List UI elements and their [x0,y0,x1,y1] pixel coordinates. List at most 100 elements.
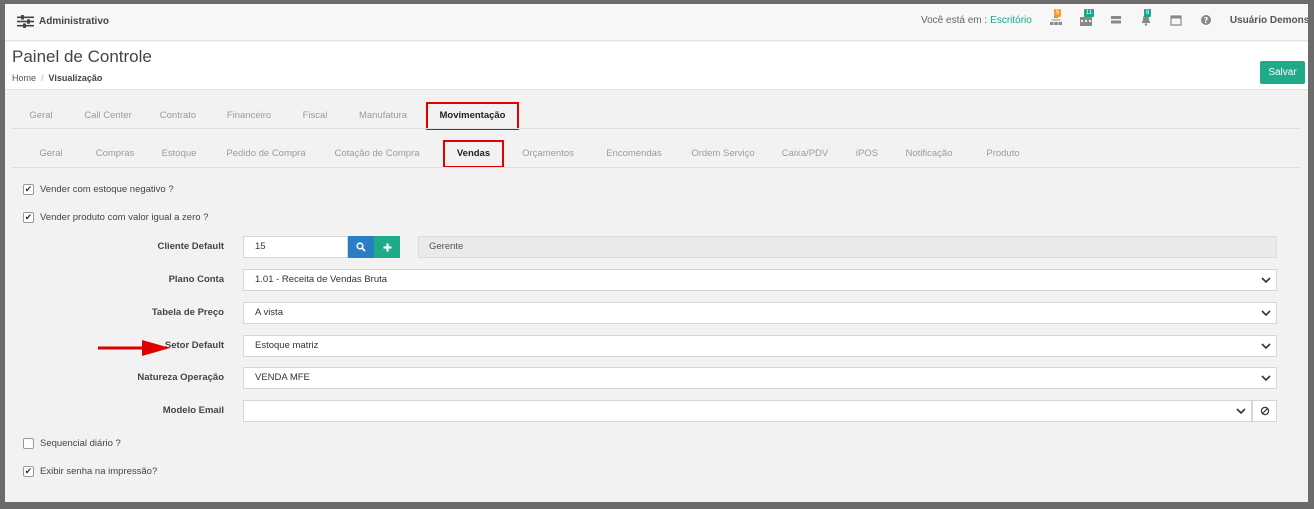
calendar-icon[interactable] [1170,14,1182,26]
check-valor-zero[interactable]: ✔ Vender produto com valor igual a zero … [23,212,208,223]
user-menu[interactable]: Usuário Demonstração [1230,15,1308,26]
breadcrumb: Home / Visualização [12,73,102,83]
tasks-badge: 11 [1083,9,1095,17]
breadcrumb-home[interactable]: Home [12,73,36,83]
tasks-icon[interactable]: 11 [1079,9,1095,26]
select-value: VENDA MFE [255,372,310,383]
natureza-operacao-select[interactable]: VENDA MFE [243,367,1277,389]
tab-label: iPOS [855,148,879,159]
sitemap-badge: 5 [1053,9,1062,17]
checkbox[interactable]: ✔ [23,184,34,195]
chevron-down-icon [1261,277,1271,284]
tab-label: Orçamentos [522,148,574,159]
checkbox-label: Sequencial diário ? [40,438,121,449]
top-bar: Administrativo Você está em : Escritório… [5,4,1308,41]
search-icon [356,242,366,252]
chevron-down-icon [1236,408,1246,415]
row-cliente-default: Cliente Default 15 Gerente [5,236,1308,258]
page-title: Painel de Controle [12,47,152,66]
subtab-caixa-pdv[interactable]: Caixa/PDV [780,142,830,166]
server-icon[interactable] [1110,14,1122,26]
tab-label: Notificação [905,148,953,159]
highlight-box [443,140,504,168]
subtab-geral[interactable]: Geral [33,142,69,166]
subtab-ipos[interactable]: iPOS [852,142,882,166]
chevron-down-icon [1261,310,1271,317]
setor-default-select[interactable]: Estoque matriz [243,335,1277,357]
modelo-email-select[interactable] [243,400,1252,422]
checkbox[interactable]: ✔ [23,466,34,477]
row-tabela-preco: Tabela de Preço A vista [5,302,1308,324]
subtab-produto[interactable]: Produto [982,142,1024,166]
checkbox-label: Vender com estoque negativo ? [40,184,174,195]
subtab-encomendas[interactable]: Encomendas [604,142,664,166]
check-estoque-negativo[interactable]: ✔ Vender com estoque negativo ? [23,184,174,195]
check-sequencial[interactable]: Sequencial diário ? [23,438,121,449]
select-value: Estoque matriz [255,340,319,351]
subtab-cotacao-compra[interactable]: Cotação de Compra [329,142,425,166]
tab-label: Manufatura [358,110,408,121]
cliente-name-display: Gerente [418,236,1277,258]
bell-icon[interactable]: 8 [1140,9,1152,26]
subtab-ordem-servico[interactable]: Ordem Serviço [690,142,756,166]
subtab-compras[interactable]: Compras [91,142,139,166]
checkbox-label: Vender produto com valor igual a zero ? [40,212,209,223]
highlight-box [426,102,519,130]
tab-label: Ordem Serviço [691,148,755,159]
main-tabs-divider [12,128,1301,129]
tab-financeiro[interactable]: Financeiro [219,104,279,128]
plano-conta-select[interactable]: 1.01 - Receita de Vendas Bruta [243,269,1277,291]
help-icon[interactable]: ? [1200,14,1212,26]
checkbox[interactable] [23,438,34,449]
clear-email-button[interactable] [1252,400,1277,422]
tabela-preco-select[interactable]: A vista [243,302,1277,324]
tab-label: Geral [39,148,63,159]
tab-label: Call Center [84,110,132,121]
subtab-notificacao[interactable]: Notificação [902,142,956,166]
breadcrumb-separator: / [41,73,44,83]
row-modelo-email: Modelo Email [5,400,1308,422]
tab-geral[interactable]: Geral [17,104,65,128]
subtab-pedido-compra[interactable]: Pedido de Compra [221,142,311,166]
save-button[interactable]: Salvar [1260,61,1305,84]
subtab-estoque[interactable]: Estoque [157,142,201,166]
ban-icon [1260,406,1269,416]
select-value: 1.01 - Receita de Vendas Bruta [255,274,388,285]
cliente-code-input[interactable]: 15 [243,236,348,258]
breadcrumb-current: Visualização [48,73,103,83]
search-button[interactable] [348,236,374,258]
row-setor-default: Setor Default Estoque matriz [5,335,1308,357]
page-header: Painel de Controle Home / Visualização S… [5,42,1308,90]
tab-label: Compras [95,148,135,159]
add-client-button[interactable] [374,236,400,258]
sub-tabs-divider [12,167,1301,168]
location-link[interactable]: Escritório [990,15,1032,26]
sitemap-icon[interactable]: 5 [1049,9,1062,26]
field-label: Tabela de Preço [151,307,224,318]
sliders-icon [17,15,34,28]
brand[interactable]: Administrativo [17,15,109,28]
tab-label: Contrato [159,110,197,121]
tab-label: Financeiro [226,110,272,121]
check-exibir-senha[interactable]: ✔ Exibir senha na impressão? [23,466,157,477]
top-right-bar: Você está em : Escritório 5 11 8 ? Usuár… [921,9,1308,27]
subtab-orcamentos[interactable]: Orçamentos [520,142,576,166]
tab-contrato[interactable]: Contrato [153,104,203,128]
tab-manufatura[interactable]: Manufatura [351,104,415,128]
plus-icon [383,243,391,251]
tab-movimentacao[interactable]: Movimentação [426,102,519,130]
subtab-vendas[interactable]: Vendas [443,140,504,168]
tab-call-center[interactable]: Call Center [75,104,141,128]
checkbox[interactable]: ✔ [23,212,34,223]
app-window: Administrativo Você está em : Escritório… [5,4,1308,502]
field-label: Setor Default [164,340,224,351]
tab-fiscal[interactable]: Fiscal [295,104,335,128]
row-plano-conta: Plano Conta 1.01 - Receita de Vendas Bru… [5,269,1308,291]
sub-tabs: Geral Compras Estoque Pedido de Compra C… [5,140,1024,168]
tab-label: Encomendas [606,148,662,159]
chevron-down-icon [1261,375,1271,382]
tab-label: Cotação de Compra [334,148,420,159]
tab-label: Fiscal [302,110,328,121]
svg-text:?: ? [1204,16,1209,25]
tab-label: Caixa/PDV [781,148,829,159]
